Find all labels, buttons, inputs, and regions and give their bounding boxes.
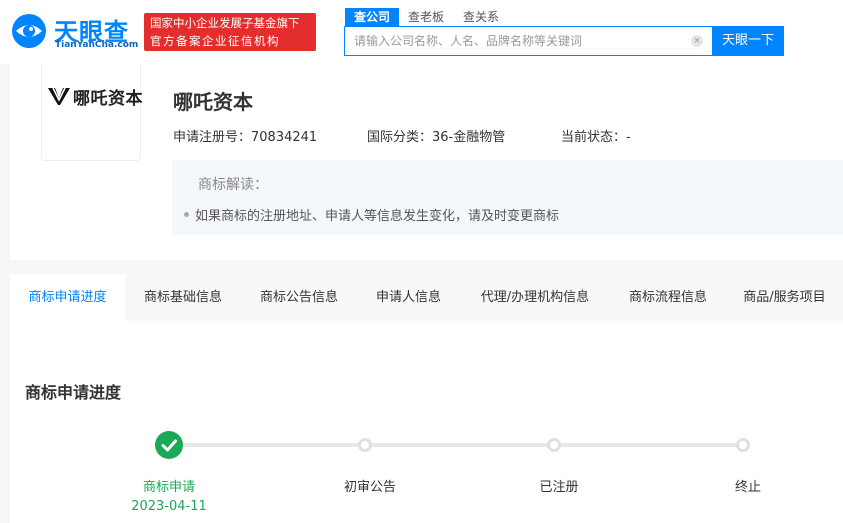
interpretation-text: 如果商标的注册地址、申请人等信息发生变化，请及时变更商标 (195, 209, 560, 224)
step-label-registered: 已注册 (539, 480, 579, 495)
eye-logo-icon (12, 14, 46, 48)
progress-section-title: 商标申请进度 (25, 383, 122, 402)
tab-process-info[interactable]: 商标流程信息 (610, 274, 726, 321)
tianyancha-logo[interactable]: 天眼查 TianYanCha.com (10, 10, 138, 50)
search-box: × 天眼一下 (344, 26, 784, 56)
step-label-preliminary: 初审公告 (343, 480, 397, 495)
tab-agency-info[interactable]: 代理/办理机构信息 (460, 274, 610, 321)
trademark-emblem-icon (48, 87, 70, 105)
interpretation-item: 如果商标的注册地址、申请人等信息发生变化，请及时变更商标 (184, 205, 559, 224)
bullet-icon (184, 212, 189, 217)
trademark-mark: 哪吒资本 (47, 84, 143, 109)
interpretation-title: 商标解读： (198, 177, 268, 193)
timeline-segment (182, 443, 367, 447)
search-button[interactable]: 天眼一下 (712, 26, 784, 56)
step-pending-dot-icon (736, 438, 750, 452)
logo-domain: TianYanCha.com (55, 40, 139, 50)
step-pending-dot-icon (358, 438, 372, 452)
registration-number: 申请注册号：70834241 (173, 130, 318, 145)
search-tab-relation[interactable]: 查关系 (463, 8, 499, 26)
step-label-terminated: 终止 (734, 480, 762, 495)
detail-panel: 商标申请进度 商标基础信息 商标公告信息 申请人信息 代理/办理机构信息 商标流… (10, 274, 843, 523)
top-header: 天眼查 TianYanCha.com 国家中小企业发展子基金旗下 官方备案企业征… (0, 0, 843, 64)
badge-line-1: 国家中小企业发展子基金旗下 (150, 16, 300, 30)
tab-goods-services[interactable]: 商品/服务项目 (726, 274, 843, 321)
tab-applicant-info[interactable]: 申请人信息 (357, 274, 460, 321)
tab-basic-info[interactable]: 商标基础信息 (125, 274, 241, 321)
timeline-segment (371, 443, 556, 447)
trademark-name: 哪吒资本 (173, 90, 253, 114)
trademark-image: 哪吒资本 (41, 64, 143, 161)
step-completed-check-icon (155, 431, 183, 459)
clear-icon[interactable]: × (691, 35, 703, 47)
step-pending-dot-icon (547, 438, 561, 452)
tab-announcement-info[interactable]: 商标公告信息 (241, 274, 357, 321)
timeline-segment (560, 443, 745, 447)
tab-application-progress[interactable]: 商标申请进度 (10, 274, 125, 321)
badge-line-2: 官方备案企业征信机构 (150, 34, 280, 48)
current-status: 当前状态：- (561, 130, 631, 145)
step-date-application: 2023-04-11 (131, 499, 207, 514)
official-badge: 国家中小企业发展子基金旗下 官方备案企业征信机构 (144, 13, 316, 51)
trademark-interpretation: 商标解读： 如果商标的注册地址、申请人等信息发生变化，请及时变更商标 (172, 160, 843, 235)
international-class: 国际分类：36-金融物管 (367, 130, 506, 145)
trademark-image-text: 哪吒资本 (73, 89, 143, 109)
search-tab-boss[interactable]: 查老板 (408, 8, 444, 26)
search-input[interactable] (345, 27, 685, 55)
trademark-info-card: 哪吒资本 哪吒资本 申请注册号：70834241 国际分类：36-金融物管 当前… (10, 64, 843, 260)
detail-tabs: 商标申请进度 商标基础信息 商标公告信息 申请人信息 代理/办理机构信息 商标流… (10, 274, 843, 321)
step-label-application: 商标申请 (142, 480, 196, 495)
search-tab-company[interactable]: 查公司 (345, 8, 400, 26)
